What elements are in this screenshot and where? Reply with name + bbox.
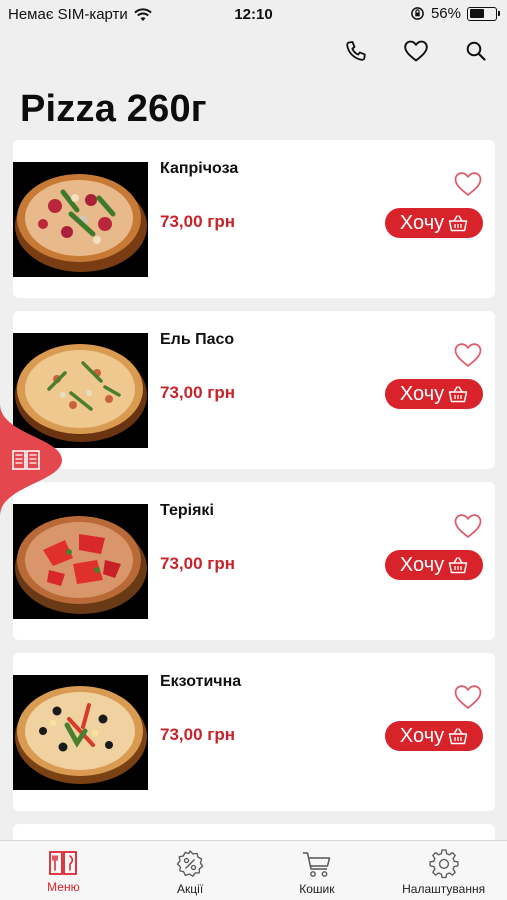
tab-menu[interactable]: Меню [0,841,127,900]
tab-settings[interactable]: Налаштування [380,841,507,900]
gear-icon [429,849,459,879]
want-button-label: Хочу [399,382,445,405]
heart-outline-icon [454,343,482,367]
search-button[interactable] [461,36,491,66]
tab-cart[interactable]: Кошик [254,841,381,900]
product-card[interactable]: Теріякі 73,00 грн Хочу [13,482,495,640]
tab-menu-label: Меню [47,880,80,894]
favorite-toggle[interactable] [453,512,483,540]
product-card[interactable]: Ель Пасо 73,00 грн Хочу [13,311,495,469]
product-name: Теріякі [160,502,214,519]
bottom-tab-bar: Меню Акції Кошик Налаштування [0,840,507,900]
pizza-image [13,675,148,790]
heart-icon [404,40,428,62]
want-button[interactable]: Хочу [385,379,483,409]
status-right: 56% [410,5,500,22]
product-name: Екзотична [160,673,242,690]
top-actions [341,36,491,66]
product-price: 73,00 грн [160,554,235,573]
cart-icon [302,852,331,877]
orientation-lock-icon [411,7,424,20]
pizza-image [13,504,148,619]
side-menu-tab[interactable] [0,404,62,516]
tab-cart-label: Кошик [299,882,335,896]
want-button-label: Хочу [399,724,445,747]
product-card[interactable]: Капрічоза 73,00 грн Хочу [13,140,495,298]
battery-percent: 56% [430,5,461,22]
basket-icon [448,557,468,574]
search-icon [466,41,486,61]
page-title: Pizza 260г [20,88,207,130]
want-button[interactable]: Хочу [385,721,483,751]
battery-icon [467,6,500,21]
discount-badge-icon [176,850,204,877]
basket-icon [448,215,468,232]
product-name: Капрічоза [160,160,239,177]
basket-icon [448,728,468,745]
want-button[interactable]: Хочу [385,550,483,580]
phone-button[interactable] [341,36,371,66]
tab-promotions-label: Акції [177,882,204,896]
phone-icon [346,41,366,61]
favorite-toggle[interactable] [453,170,483,198]
tab-settings-label: Налаштування [402,882,486,896]
want-button-label: Хочу [399,211,445,234]
heart-outline-icon [454,172,482,196]
favorite-toggle[interactable] [453,341,483,369]
product-card[interactable]: Екзотична 73,00 грн Хочу [13,653,495,811]
favorite-toggle[interactable] [453,683,483,711]
battery-fill [469,9,484,18]
heart-outline-icon [454,685,482,709]
product-price: 73,00 грн [160,725,235,744]
product-name: Ель Пасо [160,331,235,348]
basket-icon [448,386,468,403]
product-price: 73,00 грн [160,383,235,402]
status-bar: Немає SIM-карти 12:10 56% [0,0,507,30]
menu-book-icon [49,851,78,875]
want-button-label: Хочу [399,553,445,576]
product-list: Капрічоза 73,00 грн Хочу Ель Пасо 73,00 … [13,140,495,854]
want-button[interactable]: Хочу [385,208,483,238]
product-price: 73,00 грн [160,212,235,231]
tab-promotions[interactable]: Акції [127,841,254,900]
favorites-button[interactable] [401,36,431,66]
heart-outline-icon [454,514,482,538]
pizza-image [13,162,148,277]
